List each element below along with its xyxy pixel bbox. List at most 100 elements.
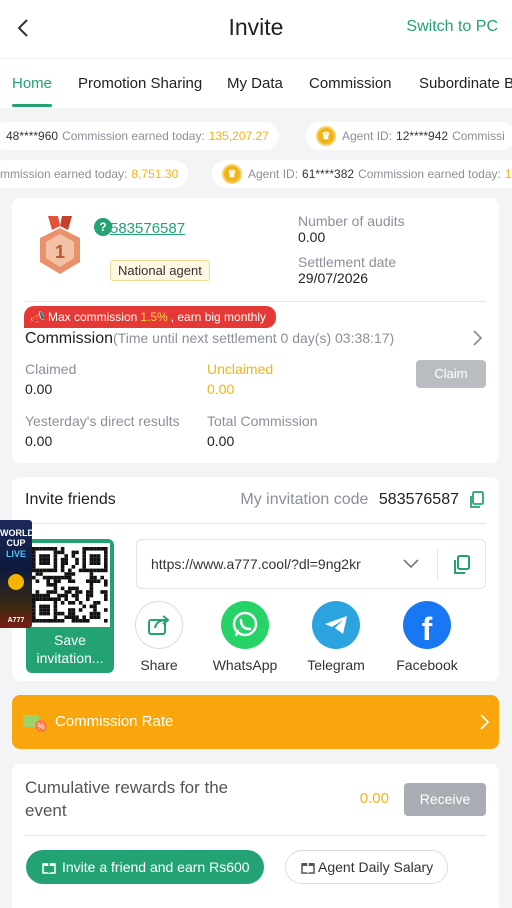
invite-link-box[interactable]: https://www.a777.cool/?dl=9ng2kr: [136, 539, 486, 589]
qr-module: [57, 550, 61, 555]
tab-promotion-sharing[interactable]: Promotion Sharing: [78, 75, 202, 92]
qr-module: [104, 568, 108, 573]
qr-module: [96, 557, 101, 562]
qr-module: [50, 568, 54, 573]
qr-module: [42, 611, 47, 616]
qr-module: [75, 590, 79, 594]
agent-level-number: 1: [55, 242, 65, 262]
rewards-card: Cumulative rewards for the event 0.00 Re…: [12, 764, 499, 908]
copy-link-icon[interactable]: [453, 555, 471, 575]
qr-module: [32, 565, 36, 569]
qr-module: [46, 575, 50, 580]
qr-module: [100, 590, 104, 594]
qr-module: [78, 590, 83, 594]
qr-module: [32, 561, 36, 565]
agent-daily-salary-button[interactable]: Agent Daily Salary: [285, 850, 449, 884]
qr-module: [39, 604, 43, 609]
qr-module: [71, 593, 76, 598]
qr-module: [78, 601, 83, 605]
claim-button[interactable]: Claim: [416, 360, 486, 388]
qr-module: [68, 568, 72, 573]
qr-module: [57, 619, 61, 623]
invite-friends-card: Invite friends My invitation code 583576…: [12, 477, 499, 681]
qr-module: [89, 547, 94, 551]
qr-module: [32, 611, 36, 616]
facebook-share-button[interactable]: f Facebook: [392, 601, 462, 673]
qr-module: [71, 619, 76, 623]
qr-module: [42, 561, 47, 565]
qr-module: [35, 619, 40, 623]
qr-module: [35, 590, 40, 594]
total-commission-label: Total Commission: [207, 413, 318, 429]
claimed-label: Claimed: [25, 361, 77, 377]
qr-module: [96, 601, 101, 605]
qr-module: [104, 619, 108, 623]
qr-module: [32, 550, 36, 555]
chevron-right-icon[interactable]: [469, 330, 485, 346]
qr-module: [64, 554, 68, 558]
qr-module: [86, 619, 90, 623]
commission-heading[interactable]: Commission(Time until next settlement 0 …: [25, 330, 394, 348]
whatsapp-share-button[interactable]: WhatsApp: [210, 601, 280, 673]
copy-code-icon[interactable]: [469, 491, 485, 509]
qr-module: [32, 615, 36, 619]
commission-rate-bar[interactable]: % Commission Rate: [12, 695, 499, 749]
qr-module: [68, 590, 72, 594]
world-cup-promo-thumbnail[interactable]: WORLD CUP LIVE A777: [0, 520, 32, 628]
qr-module: [42, 604, 47, 609]
qr-module: [93, 615, 97, 619]
qr-module: [53, 590, 58, 594]
agent-commission-card: 1 ? 583576587 National agent Number of a…: [12, 198, 499, 463]
qr-module: [53, 579, 58, 583]
qr-module: [64, 557, 68, 562]
qr-module: [53, 611, 58, 616]
qr-module: [71, 550, 76, 555]
qr-module: [32, 568, 36, 573]
agent-level-medal-icon: 1: [40, 216, 80, 274]
qr-module: [71, 565, 76, 569]
tab-my-data[interactable]: My Data: [227, 75, 283, 92]
total-commission-value: 0.00: [207, 433, 235, 449]
qr-module: [93, 608, 97, 612]
qr-module: [46, 554, 50, 558]
receive-button[interactable]: Receive: [404, 783, 486, 816]
settlement-countdown: (Time until next settlement 0 day(s) 03:…: [113, 330, 395, 346]
tab-home[interactable]: Home: [12, 75, 52, 92]
qr-module: [64, 597, 68, 601]
qr-module: [71, 615, 76, 619]
tab-subordinate[interactable]: Subordinate B: [419, 75, 512, 92]
claimed-value: 0.00: [25, 381, 53, 397]
qr-module: [32, 608, 36, 612]
qr-module: [57, 593, 61, 598]
telegram-share-button[interactable]: Telegram: [301, 601, 371, 673]
share-button[interactable]: Share: [124, 601, 194, 673]
qr-code-card[interactable]: Save invitation...: [26, 539, 114, 673]
qr-module: [42, 593, 47, 598]
invite-friend-earn-button[interactable]: Invite a friend and earn Rs600: [26, 850, 264, 884]
agent-id-link[interactable]: 583576587: [110, 220, 185, 237]
qr-module: [68, 611, 72, 616]
ticker-item: ♛ Agent ID: 12****942 Commissi: [306, 122, 512, 150]
qr-module: [60, 601, 65, 605]
qr-module: [82, 615, 86, 619]
tab-commission[interactable]: Commission: [309, 75, 392, 92]
qr-module: [75, 597, 79, 601]
qr-module: [82, 550, 86, 555]
qr-module: [46, 561, 50, 565]
qr-module: [93, 579, 97, 583]
qr-module: [60, 561, 65, 565]
chevron-down-icon[interactable]: [403, 558, 419, 570]
qr-module: [82, 554, 86, 558]
qr-module: [89, 561, 94, 565]
qr-module: [93, 547, 97, 551]
save-invitation-button[interactable]: Save invitation...: [26, 631, 114, 667]
qr-module: [86, 547, 90, 551]
qr-module: [57, 597, 61, 601]
qr-module: [35, 572, 40, 576]
invite-friends-title: Invite friends: [25, 491, 116, 508]
qr-module: [57, 575, 61, 580]
qr-module: [89, 575, 94, 580]
unclaimed-label: Unclaimed: [207, 361, 274, 377]
switch-to-pc-link[interactable]: Switch to PC: [406, 18, 498, 36]
qr-module: [71, 586, 76, 591]
